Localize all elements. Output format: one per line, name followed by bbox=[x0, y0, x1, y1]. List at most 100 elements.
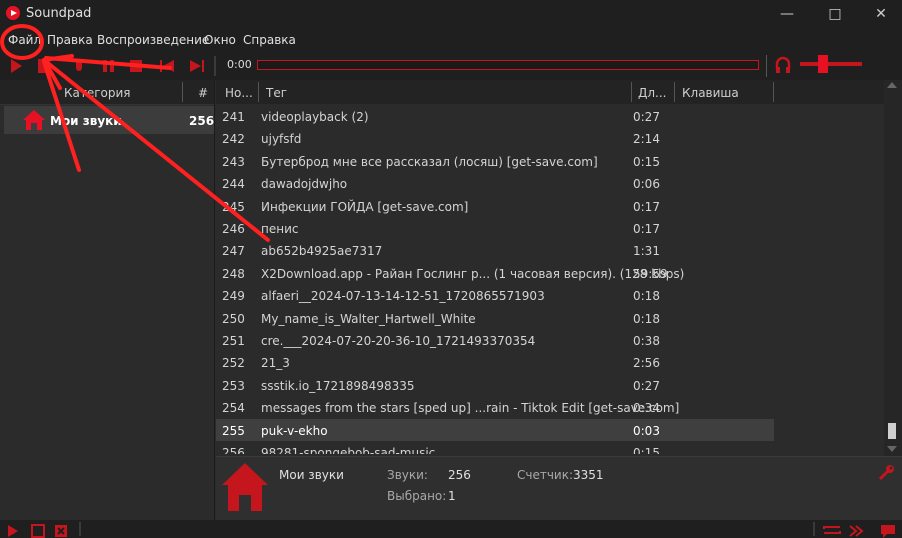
menu-playback[interactable]: Воспроизведение bbox=[97, 33, 209, 47]
table-row[interactable]: 248 X2Download.app - Райан Гослинг р... (… bbox=[216, 262, 774, 284]
table-row[interactable]: 250 My_name_is_Walter_Hartwell_White 0:18 bbox=[216, 307, 774, 329]
next-icon[interactable] bbox=[190, 60, 204, 72]
maximize-button[interactable]: □ bbox=[812, 0, 858, 28]
stop-icon[interactable] bbox=[130, 60, 142, 72]
status-save-icon[interactable] bbox=[31, 524, 45, 538]
category-count: 256 bbox=[189, 114, 215, 128]
row-tag: пенис bbox=[261, 222, 299, 236]
column-divider bbox=[258, 82, 259, 102]
sounds-count-label: Звуки: bbox=[387, 468, 428, 482]
row-duration: 0:17 bbox=[633, 199, 660, 214]
table-row[interactable]: 242 ujyfsfd 2:14 bbox=[216, 127, 774, 149]
tag-column-header[interactable]: Тег bbox=[266, 86, 287, 100]
wrench-icon[interactable] bbox=[877, 464, 895, 482]
row-tag: 21_3 bbox=[261, 356, 290, 371]
row-number: 254 bbox=[222, 401, 245, 416]
row-duration: 59:59 bbox=[633, 266, 668, 281]
row-number: 243 bbox=[222, 154, 245, 169]
table-row[interactable]: 241 videoplayback (2) 0:27 bbox=[216, 105, 774, 127]
column-divider bbox=[674, 82, 675, 102]
scrollbar-thumb[interactable] bbox=[888, 423, 896, 439]
table-row[interactable]: 252 21_3 2:56 bbox=[216, 351, 774, 373]
table-row[interactable]: 251 cre.___2024-07-20-20-36-10_1721493370… bbox=[216, 329, 774, 351]
scroll-down-arrow-icon[interactable] bbox=[887, 446, 897, 452]
info-category-name: Мои звуки bbox=[279, 468, 344, 482]
table-row[interactable]: 253 ssstik.io_1721898498335 0:27 bbox=[216, 374, 774, 396]
table-row[interactable]: 247 ab652b4925ae7317 1:31 bbox=[216, 239, 774, 261]
status-delete-icon[interactable] bbox=[55, 525, 67, 537]
minimize-button[interactable]: — bbox=[764, 0, 810, 28]
row-number: 256 bbox=[222, 446, 245, 454]
volume-slider-handle[interactable] bbox=[818, 55, 828, 73]
row-duration: 0:06 bbox=[633, 177, 660, 192]
status-repeat-icon[interactable] bbox=[823, 526, 841, 534]
row-duration: 0:38 bbox=[633, 334, 660, 348]
table-row[interactable]: 245 Инфекции ГОЙДА [get-save.com] 0:17 bbox=[216, 195, 774, 217]
duration-column-header[interactable]: Дл... bbox=[638, 86, 667, 100]
row-tag: ssstik.io_1721898498335 bbox=[261, 378, 415, 393]
home-icon bbox=[23, 110, 45, 130]
row-number: 250 bbox=[222, 311, 245, 326]
count-column-header[interactable]: # bbox=[198, 86, 208, 100]
menu-file[interactable]: Файл bbox=[8, 33, 41, 47]
table-row[interactable]: 255 puk-v-ekho 0:03 bbox=[216, 418, 774, 441]
toolbar-separator bbox=[766, 55, 767, 77]
row-number: 251 bbox=[222, 334, 245, 348]
pause-icon-left[interactable] bbox=[103, 60, 107, 72]
menu-help[interactable]: Справка bbox=[243, 33, 296, 47]
table-row[interactable]: 256 98281-spongebob-sad-music 0:15 bbox=[216, 441, 774, 454]
status-play-icon[interactable] bbox=[8, 525, 18, 537]
playback-controls bbox=[11, 56, 216, 76]
row-tag: ujyfsfd bbox=[261, 132, 302, 147]
vertical-scrollbar[interactable] bbox=[884, 80, 902, 456]
row-number: 252 bbox=[222, 356, 245, 371]
sounds-table-header bbox=[216, 80, 902, 104]
pause-icon-right[interactable] bbox=[110, 60, 114, 72]
row-duration: 0:15 bbox=[633, 154, 660, 169]
row-tag: puk-v-ekho bbox=[261, 423, 328, 438]
row-tag: videoplayback (2) bbox=[261, 110, 369, 124]
home-icon-large bbox=[222, 463, 268, 511]
column-divider bbox=[631, 82, 632, 102]
row-tag: messages from the stars [sped up] ...rai… bbox=[261, 401, 680, 416]
table-row[interactable]: 243 Бутерброд мне все рассказал (лосяш) [… bbox=[216, 150, 774, 172]
row-number: 242 bbox=[222, 132, 245, 147]
status-chat-icon[interactable] bbox=[881, 525, 895, 538]
row-number: 244 bbox=[222, 177, 245, 192]
close-button[interactable]: ✕ bbox=[858, 0, 902, 28]
seek-bar[interactable] bbox=[257, 60, 759, 70]
row-tag: My_name_is_Walter_Hartwell_White bbox=[261, 311, 476, 326]
categories-panel bbox=[0, 80, 214, 520]
volume-slider[interactable] bbox=[800, 62, 862, 66]
sounds-table-body: 241 videoplayback (2) 0:27 242 ujyfsfd 2:14 24… bbox=[216, 104, 884, 454]
category-column-header[interactable]: Категория bbox=[64, 86, 131, 100]
panel-splitter[interactable] bbox=[214, 80, 215, 520]
window-title: Soundpad bbox=[26, 6, 92, 21]
menu-window[interactable]: Окно bbox=[204, 33, 236, 47]
selected-value: 1 bbox=[448, 489, 456, 503]
row-tag: dawadojdwjho bbox=[261, 177, 348, 192]
row-number: 246 bbox=[222, 222, 245, 236]
previous-icon[interactable] bbox=[160, 60, 174, 72]
table-row[interactable]: 244 dawadojdwjho 0:06 bbox=[216, 172, 774, 194]
row-duration: 0:27 bbox=[633, 110, 660, 124]
counter-value: 3351 bbox=[573, 468, 604, 482]
sounds-count-value: 256 bbox=[448, 468, 471, 482]
hotkey-column-header[interactable]: Клавиша bbox=[682, 86, 739, 100]
number-column-header[interactable]: Но... bbox=[225, 86, 253, 100]
mic-icon[interactable] bbox=[76, 59, 82, 71]
rewind-icon[interactable] bbox=[38, 59, 50, 73]
scroll-up-arrow-icon[interactable] bbox=[887, 82, 897, 88]
menu-edit[interactable]: Правка bbox=[47, 33, 93, 47]
headphones-icon[interactable] bbox=[774, 56, 792, 74]
table-row[interactable]: 254 messages from the stars [sped up] ...… bbox=[216, 396, 774, 418]
play-icon[interactable] bbox=[11, 59, 22, 73]
row-tag: alfaeri__2024-07-13-14-12-51_17208655719… bbox=[261, 289, 545, 304]
table-row[interactable]: 246 пенис 0:17 bbox=[216, 217, 774, 239]
status-forward-icon[interactable] bbox=[849, 525, 864, 537]
row-number: 245 bbox=[222, 199, 245, 214]
row-duration: 0:18 bbox=[633, 289, 660, 304]
table-row[interactable]: 249 alfaeri__2024-07-13-14-12-51_17208655… bbox=[216, 284, 774, 306]
row-duration: 0:18 bbox=[633, 311, 660, 326]
category-info-panel bbox=[216, 456, 902, 521]
